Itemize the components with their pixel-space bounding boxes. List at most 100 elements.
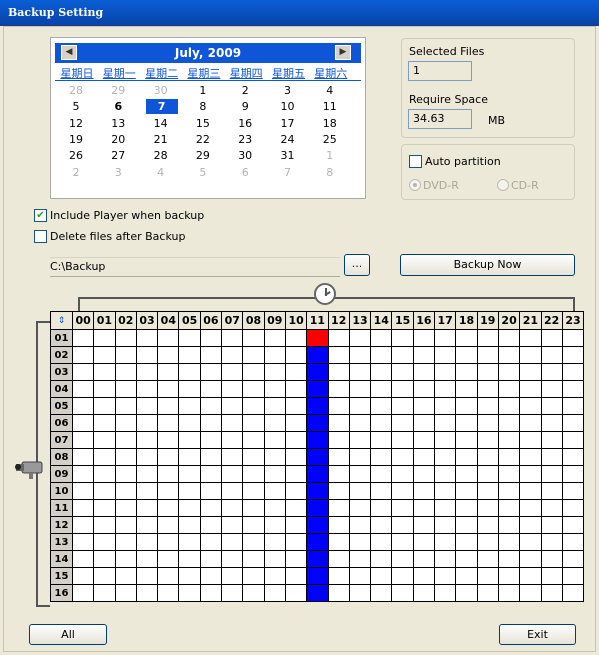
- grid-cell[interactable]: [284, 363, 308, 381]
- grid-cell[interactable]: [412, 363, 436, 381]
- grid-cell[interactable]: [306, 380, 329, 398]
- calendar-day[interactable]: 23: [230, 132, 260, 147]
- grid-cell[interactable]: [434, 516, 457, 534]
- grid-cell[interactable]: [327, 567, 350, 585]
- grid-cell[interactable]: [391, 329, 414, 347]
- grid-cell[interactable]: [561, 499, 585, 517]
- calendar-day[interactable]: 17: [273, 116, 303, 131]
- grid-cell[interactable]: [178, 465, 201, 483]
- grid-cell[interactable]: [221, 329, 244, 347]
- grid-cell[interactable]: [135, 499, 159, 517]
- grid-cell[interactable]: [242, 550, 265, 568]
- grid-cell[interactable]: [370, 346, 393, 364]
- grid-cell[interactable]: [242, 533, 265, 551]
- grid-cell[interactable]: [114, 448, 137, 466]
- grid-cell[interactable]: [221, 346, 244, 364]
- hour-header[interactable]: 23: [561, 311, 585, 330]
- grid-cell[interactable]: [93, 516, 116, 534]
- prev-month-button[interactable]: ◀: [61, 45, 77, 60]
- grid-cell[interactable]: [497, 397, 521, 415]
- hour-header[interactable]: 17: [434, 311, 457, 330]
- grid-cell[interactable]: [519, 499, 542, 517]
- grid-cell[interactable]: [157, 448, 180, 466]
- grid-cell[interactable]: [242, 584, 265, 602]
- grid-cell[interactable]: [114, 363, 137, 381]
- grid-cell[interactable]: [412, 346, 436, 364]
- grid-cell[interactable]: [242, 499, 265, 517]
- grid-cell[interactable]: [412, 567, 436, 585]
- grid-cell[interactable]: [412, 533, 436, 551]
- grid-cell[interactable]: [71, 482, 95, 500]
- grid-cell[interactable]: [348, 397, 372, 415]
- grid-cell[interactable]: [178, 414, 201, 432]
- grid-cell[interactable]: [242, 414, 265, 432]
- hour-header[interactable]: 14: [370, 311, 393, 330]
- grid-cell[interactable]: [519, 550, 542, 568]
- grid-cell[interactable]: [135, 550, 159, 568]
- grid-cell[interactable]: [178, 363, 201, 381]
- grid-cell[interactable]: [306, 363, 329, 381]
- grid-cell[interactable]: [434, 346, 457, 364]
- grid-cell[interactable]: [540, 431, 563, 449]
- exit-button[interactable]: Exit: [499, 624, 576, 645]
- grid-cell[interactable]: [263, 584, 286, 602]
- hour-header[interactable]: 16: [412, 311, 436, 330]
- grid-cell[interactable]: [348, 567, 372, 585]
- grid-cell[interactable]: [561, 363, 585, 381]
- grid-cell[interactable]: [157, 550, 180, 568]
- grid-cell[interactable]: [199, 584, 223, 602]
- grid-cell[interactable]: [561, 567, 585, 585]
- grid-cell[interactable]: [370, 363, 393, 381]
- calendar-day[interactable]: 28: [146, 148, 176, 163]
- channel-header[interactable]: 01: [50, 329, 73, 347]
- calendar-day[interactable]: 14: [146, 116, 176, 131]
- grid-cell[interactable]: [561, 584, 585, 602]
- grid-cell[interactable]: [348, 550, 372, 568]
- grid-cell[interactable]: [71, 448, 95, 466]
- grid-cell[interactable]: [412, 397, 436, 415]
- calendar-day[interactable]: 21: [146, 132, 176, 147]
- grid-cell[interactable]: [157, 414, 180, 432]
- grid-cell[interactable]: [327, 414, 350, 432]
- grid-cell[interactable]: [476, 346, 499, 364]
- grid-cell[interactable]: [135, 482, 159, 500]
- grid-cell[interactable]: [93, 346, 116, 364]
- grid-cell[interactable]: [135, 584, 159, 602]
- grid-cell[interactable]: [370, 465, 393, 483]
- grid-cell[interactable]: [519, 363, 542, 381]
- grid-cell[interactable]: [263, 499, 286, 517]
- grid-cell[interactable]: [114, 516, 137, 534]
- grid-cell[interactable]: [306, 567, 329, 585]
- hour-header[interactable]: 09: [263, 311, 286, 330]
- grid-cell[interactable]: [497, 346, 521, 364]
- grid-cell[interactable]: [540, 533, 563, 551]
- grid-cell[interactable]: [348, 363, 372, 381]
- grid-cell[interactable]: [306, 516, 329, 534]
- grid-cell[interactable]: [284, 567, 308, 585]
- grid-cell[interactable]: [370, 567, 393, 585]
- grid-cell[interactable]: [157, 431, 180, 449]
- grid-cell[interactable]: [540, 380, 563, 398]
- channel-header[interactable]: 02: [50, 346, 73, 364]
- grid-cell[interactable]: [114, 567, 137, 585]
- hour-header[interactable]: 21: [519, 311, 542, 330]
- grid-cell[interactable]: [71, 363, 95, 381]
- grid-cell[interactable]: [497, 550, 521, 568]
- grid-cell[interactable]: [476, 380, 499, 398]
- grid-cell[interactable]: [157, 499, 180, 517]
- include-player-checkbox[interactable]: ✔: [34, 209, 47, 222]
- grid-cell[interactable]: [178, 550, 201, 568]
- grid-cell[interactable]: [306, 499, 329, 517]
- hour-header[interactable]: 07: [221, 311, 244, 330]
- grid-cell[interactable]: [434, 499, 457, 517]
- grid-cell[interactable]: [519, 584, 542, 602]
- grid-cell[interactable]: [199, 550, 223, 568]
- grid-cell[interactable]: [497, 380, 521, 398]
- grid-cell[interactable]: [157, 465, 180, 483]
- grid-cell[interactable]: [284, 584, 308, 602]
- grid-corner-toggle[interactable]: ⇕: [50, 311, 73, 330]
- grid-cell[interactable]: [199, 448, 223, 466]
- grid-cell[interactable]: [93, 380, 116, 398]
- grid-cell[interactable]: [412, 431, 436, 449]
- hour-header[interactable]: 02: [114, 311, 137, 330]
